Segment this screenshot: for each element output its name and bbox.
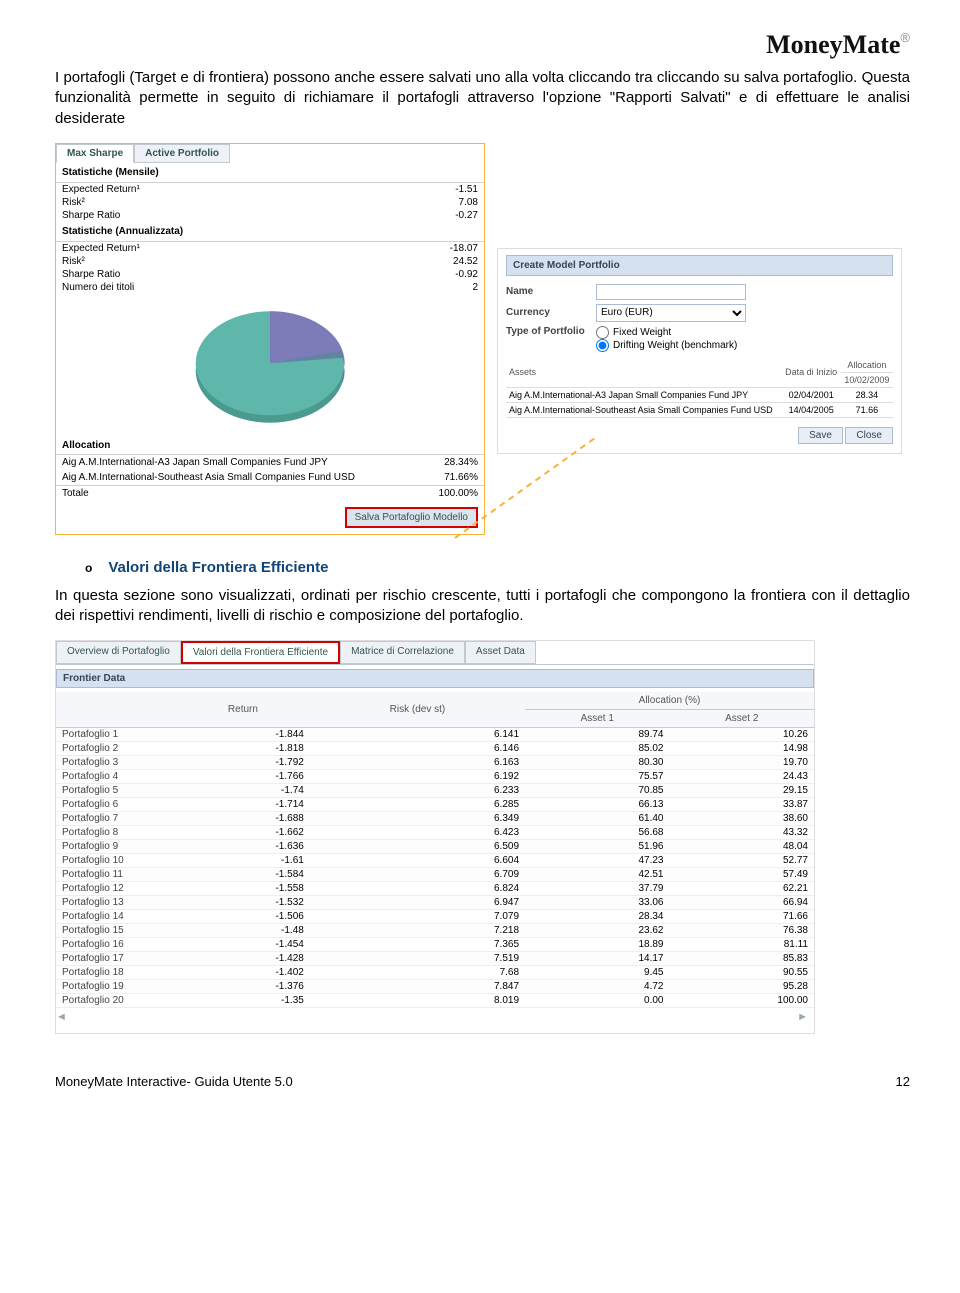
currency-label: Currency: [506, 307, 596, 318]
th-assets: Assets: [506, 358, 782, 388]
allocation-row: Aig A.M.International-Southeast Asia Sma…: [56, 470, 484, 485]
section-annual-stats: Statistiche (Annualizzata): [56, 222, 484, 242]
frontier-row: Portafoglio 14-1.5067.07928.3471.66: [56, 910, 814, 924]
tab-overview[interactable]: Overview di Portafoglio: [56, 641, 181, 664]
frontier-row: Portafoglio 18-1.4027.689.4590.55: [56, 966, 814, 980]
frontier-row: Portafoglio 13-1.5326.94733.0666.94: [56, 896, 814, 910]
frontier-data-table: Return Risk (dev st) Allocation (%) Asse…: [56, 692, 814, 1008]
dialog-assets-table: Assets Data di Inizio Allocation 10/02/2…: [506, 358, 893, 418]
stat-row: Risk²7.08: [56, 196, 484, 209]
dialog-asset-row: Aig A.M.International-Southeast Asia Sma…: [506, 402, 893, 417]
dialog-title: Create Model Portfolio: [506, 255, 893, 276]
allocation-pie-chart: [175, 302, 365, 432]
frontier-row: Portafoglio 1-1.8446.14189.7410.26: [56, 728, 814, 742]
tab-asset-data[interactable]: Asset Data: [465, 641, 536, 664]
stat-row: Numero dei titoli2: [56, 281, 484, 294]
paragraph-1: I portafogli (Target e di frontiera) pos…: [55, 68, 910, 129]
frontier-data-heading: Frontier Data: [56, 669, 814, 688]
allocation-heading: Allocation: [56, 437, 484, 455]
frontier-row: Portafoglio 16-1.4547.36518.8981.11: [56, 938, 814, 952]
brand-name: MoneyMate: [766, 30, 900, 59]
brand-mark: ®: [900, 30, 910, 45]
th-asset-2: Asset 2: [670, 710, 815, 728]
dialog-close-button[interactable]: Close: [845, 427, 893, 444]
allocation-row: Aig A.M.International-A3 Japan Small Com…: [56, 455, 484, 470]
name-input[interactable]: [596, 284, 746, 300]
subhead-frontier-values: Valori della Frontiera Efficiente: [115, 559, 910, 576]
th-allocation-pct: Allocation (%): [525, 692, 814, 710]
th-allocation-date: 10/02/2009: [841, 372, 893, 387]
footer-left: MoneyMate Interactive- Guida Utente 5.0: [55, 1074, 293, 1089]
frontier-data-panel: Overview di Portafoglio Valori della Fro…: [55, 640, 815, 1034]
th-blank: [56, 692, 176, 728]
frontier-row: Portafoglio 9-1.6366.50951.9648.04: [56, 840, 814, 854]
tab-active-portfolio[interactable]: Active Portfolio: [134, 144, 230, 163]
frontier-row: Portafoglio 4-1.7666.19275.5724.43: [56, 770, 814, 784]
portfolio-stats-panel: Max Sharpe Active Portfolio Statistiche …: [55, 143, 485, 535]
radio-fixed-weight[interactable]: Fixed Weight: [596, 326, 737, 339]
th-allocation: Allocation: [841, 358, 893, 373]
frontier-row: Portafoglio 2-1.8186.14685.0214.98: [56, 742, 814, 756]
frontier-row: Portafoglio 11-1.5846.70942.5157.49: [56, 868, 814, 882]
frontier-row: Portafoglio 3-1.7926.16380.3019.70: [56, 756, 814, 770]
paragraph-2: In questa sezione sono visualizzati, ord…: [55, 586, 910, 627]
frontier-row: Portafoglio 6-1.7146.28566.1333.87: [56, 798, 814, 812]
stat-row: Sharpe Ratio-0.27: [56, 209, 484, 222]
frontier-row: Portafoglio 5-1.746.23370.8529.15: [56, 784, 814, 798]
currency-select[interactable]: Euro (EUR): [596, 304, 746, 322]
create-model-portfolio-dialog: Create Model Portfolio Name Currency Eur…: [497, 248, 902, 454]
type-label: Type of Portfolio: [506, 326, 596, 337]
frontier-row: Portafoglio 17-1.4287.51914.1785.83: [56, 952, 814, 966]
frontier-row: Portafoglio 19-1.3767.8474.7295.28: [56, 980, 814, 994]
dialog-asset-row: Aig A.M.International-A3 Japan Small Com…: [506, 387, 893, 402]
th-asset-1: Asset 1: [525, 710, 669, 728]
frontier-row: Portafoglio 15-1.487.21823.6276.38: [56, 924, 814, 938]
stat-row: Expected Return¹-1.51: [56, 183, 484, 196]
stat-row: Sharpe Ratio-0.92: [56, 268, 484, 281]
frontier-row: Portafoglio 7-1.6886.34961.4038.60: [56, 812, 814, 826]
name-label: Name: [506, 286, 596, 297]
stat-row: Risk²24.52: [56, 255, 484, 268]
radio-drifting-weight-label: Drifting Weight (benchmark): [613, 340, 737, 351]
brand-logo: MoneyMate®: [55, 30, 910, 60]
frontier-row: Portafoglio 8-1.6626.42356.6843.32: [56, 826, 814, 840]
scroll-left-icon[interactable]: ◄: [56, 1011, 67, 1023]
frontier-row: Portafoglio 20-1.358.0190.00100.00: [56, 994, 814, 1008]
dialog-save-button[interactable]: Save: [798, 427, 843, 444]
allocation-row: Totale100.00%: [56, 485, 484, 501]
save-model-portfolio-button[interactable]: Salva Portafoglio Modello: [345, 507, 478, 528]
scroll-right-icon[interactable]: ►: [797, 1011, 808, 1023]
frontier-row: Portafoglio 12-1.5586.82437.7962.21: [56, 882, 814, 896]
tab-frontier-values[interactable]: Valori della Frontiera Efficiente: [181, 641, 340, 664]
th-risk: Risk (dev st): [310, 692, 525, 728]
radio-drifting-weight[interactable]: Drifting Weight (benchmark): [596, 339, 737, 352]
th-start-date: Data di Inizio: [782, 358, 841, 388]
radio-fixed-weight-label: Fixed Weight: [613, 327, 671, 338]
tab-correlation-matrix[interactable]: Matrice di Correlazione: [340, 641, 465, 664]
section-monthly-stats: Statistiche (Mensile): [56, 163, 484, 183]
tab-max-sharpe[interactable]: Max Sharpe: [56, 144, 134, 163]
stat-row: Expected Return¹-18.07: [56, 242, 484, 255]
frontier-row: Portafoglio 10-1.616.60447.2352.77: [56, 854, 814, 868]
th-return: Return: [176, 692, 310, 728]
page-number: 12: [896, 1074, 910, 1089]
